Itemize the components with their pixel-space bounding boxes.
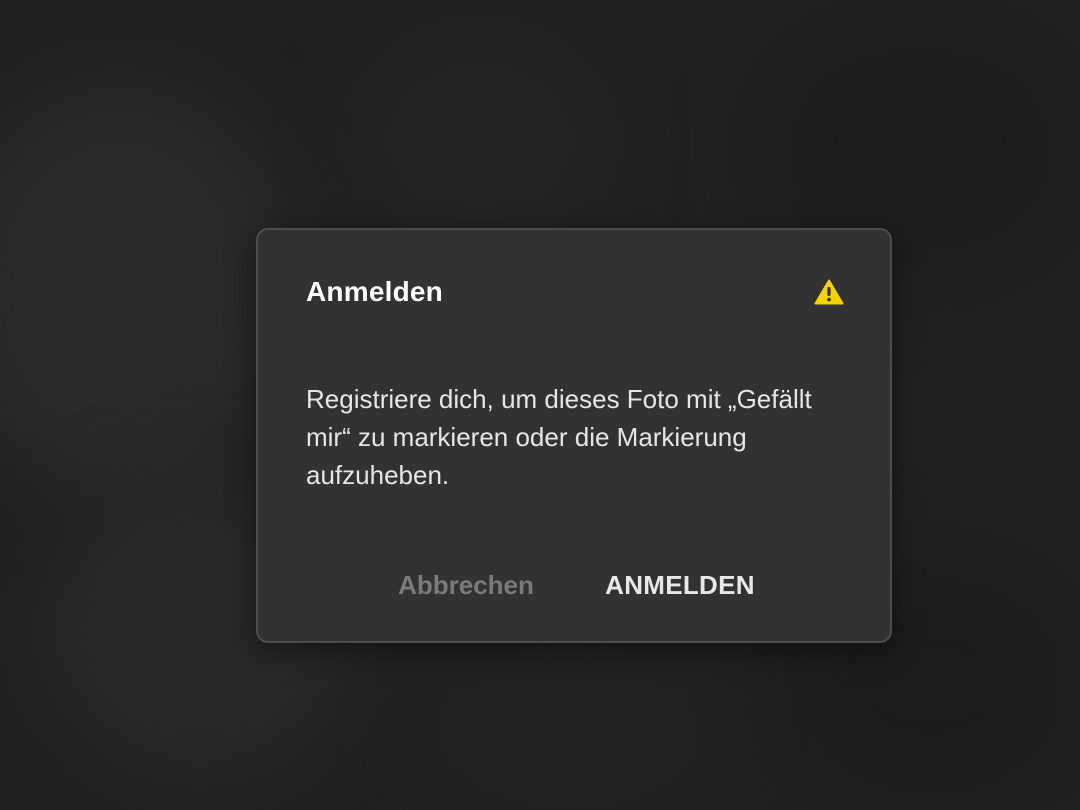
dialog-actions: Abbrechen ANMELDEN (258, 565, 890, 605)
dialog-title: Anmelden (306, 276, 443, 307)
cancel-button[interactable]: Abbrechen (396, 565, 536, 605)
dialog-header: Anmelden (306, 272, 844, 312)
dialog-message: Registriere dich, um dieses Foto mit „Ge… (306, 384, 812, 490)
alert-icon (814, 278, 844, 306)
sign-in-dialog: Anmelden Registriere dich, um dieses Fot… (256, 228, 892, 643)
sign-in-button[interactable]: ANMELDEN (600, 565, 760, 605)
